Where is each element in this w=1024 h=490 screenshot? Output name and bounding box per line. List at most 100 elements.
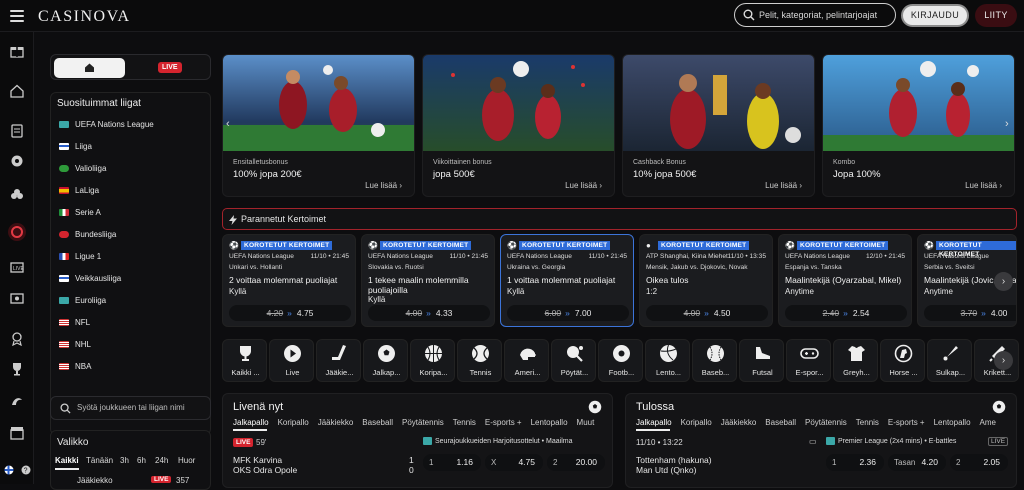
sport-category-greyhounds[interactable]: Greyh... — [833, 339, 878, 382]
vip-icon[interactable] — [10, 332, 24, 346]
league-item[interactable]: NHL — [59, 338, 91, 352]
carousel-next-arrow[interactable]: › — [1005, 118, 1009, 130]
league-item[interactable]: Euroliiga — [59, 294, 106, 308]
sport-category-badminton[interactable]: Sulkap... — [927, 339, 972, 382]
league-item[interactable]: Veikkausliiga — [59, 272, 121, 286]
join-button[interactable]: LIITY — [975, 4, 1017, 27]
sport-category-futsal[interactable]: Futsal — [739, 339, 784, 382]
odds-button-home[interactable]: 1 1.16 — [423, 454, 481, 471]
sport-category-american-football[interactable]: Ameri... — [504, 339, 549, 382]
league-item[interactable]: LaLiga — [59, 184, 99, 198]
odds-button-away[interactable]: 2 2.05 — [950, 454, 1008, 471]
sport-category-all[interactable]: Kaikki ... — [222, 339, 267, 382]
menu-tab[interactable]: Tänään — [86, 456, 113, 465]
sport-tab[interactable]: Tennis — [453, 418, 476, 427]
sport-category-football[interactable]: Jalkap... — [363, 339, 408, 382]
sport-category-table-tennis[interactable]: Pöytät... — [551, 339, 596, 382]
login-button[interactable]: KIRJAUDU — [901, 4, 969, 27]
home-icon[interactable] — [10, 84, 24, 98]
team-league-search-input[interactable]: Syötä joukkueen tai liigan nimi — [50, 396, 211, 420]
sport-tab[interactable]: E-sports + — [485, 418, 522, 427]
sport-tab[interactable]: Lentopallo — [531, 418, 568, 427]
promo-banner[interactable]: Ensitalletusbonus 100% jopa 200€ Lue lis… — [222, 54, 415, 197]
boosted-odds-card[interactable]: ⚽ KOROTETUT KERTOIMET UEFA Nations Leagu… — [500, 234, 634, 327]
league-item[interactable]: Ligue 1 — [59, 250, 101, 264]
virtual-sports-icon[interactable] — [10, 292, 24, 306]
sport-tab[interactable]: Muut — [577, 418, 595, 427]
promo-banner[interactable]: Cashback Bonus 10% jopa 500€ Lue lisää › — [622, 54, 815, 197]
sport-tab[interactable]: Lentopallo — [934, 418, 971, 427]
scroll-right-button[interactable]: › — [994, 272, 1013, 291]
boosted-odds-button[interactable]: 2.40» 2.54 — [785, 305, 907, 321]
odds-button-home[interactable]: 1 2.36 — [826, 454, 884, 471]
sport-tab[interactable]: Baseball — [765, 418, 796, 427]
sport-category-horse-racing[interactable]: Horse ... — [880, 339, 925, 382]
league-item[interactable]: NBA — [59, 360, 91, 374]
sport-tab[interactable]: Ame — [980, 418, 996, 427]
store-icon[interactable] — [10, 426, 24, 440]
odds-button-draw[interactable]: Tasan 4.20 — [888, 454, 946, 471]
menu-icon[interactable] — [10, 10, 24, 22]
sport-category-volleyball[interactable]: Lento... — [645, 339, 690, 382]
sport-tab[interactable]: Jalkapallo — [636, 418, 672, 427]
sport-tab[interactable]: Jalkapallo — [233, 418, 269, 427]
read-more-link[interactable]: Lue lisää › — [765, 181, 802, 190]
boosted-odds-button[interactable]: 4.20» 4.75 — [229, 305, 351, 321]
odds-button-away[interactable]: 2 20.00 — [547, 454, 605, 471]
slots-icon[interactable] — [10, 154, 24, 168]
sport-category-futsal-ball[interactable]: Footb... — [598, 339, 643, 382]
gift-icon[interactable] — [10, 44, 24, 58]
sport-category-baseball[interactable]: Baseb... — [692, 339, 737, 382]
language-selector[interactable]: ? — [4, 464, 34, 478]
league-item[interactable]: Bundesliiga — [59, 228, 116, 242]
boosted-odds-card[interactable]: ⚽ KOROTETUT KERTOIMET UEFA Nations Leagu… — [778, 234, 912, 327]
boosted-odds-card[interactable]: ● KOROTETUT KERTOIMET ATP Shanghai, Kiin… — [639, 234, 773, 327]
boosted-odds-card[interactable]: ⚽ KOROTETUT KERTOIMET UEFA Nations Leagu… — [222, 234, 356, 327]
scroll-right-button[interactable]: › — [994, 351, 1013, 370]
read-more-link[interactable]: Lue lisää › — [365, 181, 402, 190]
menu-tab[interactable]: Huor — [178, 456, 195, 465]
promo-banner[interactable]: Viikoittainen bonus jopa 500€ Lue lisää … — [422, 54, 615, 197]
sport-tab[interactable]: Tennis — [856, 418, 879, 427]
sport-tab[interactable]: Koripallo — [278, 418, 309, 427]
menu-tab[interactable]: 24h — [155, 456, 168, 465]
home-tab[interactable] — [54, 58, 125, 78]
boosted-odds-card[interactable]: ⚽ KOROTETUT KERTOIMET UEFA Nations Leagu… — [361, 234, 495, 327]
sport-category-tennis[interactable]: Tennis — [457, 339, 502, 382]
league-item[interactable]: Serie A — [59, 206, 101, 220]
promo-banner[interactable]: Kombo Jopa 100% Lue lisää › — [822, 54, 1015, 197]
carousel-prev-arrow[interactable]: ‹ — [226, 118, 230, 130]
league-item[interactable]: UEFA Nations League — [59, 118, 154, 132]
sport-tab[interactable]: Pöytätennis — [402, 418, 444, 427]
sport-tab[interactable]: Jääkiekko — [721, 418, 757, 427]
read-more-link[interactable]: Lue lisää › — [565, 181, 602, 190]
read-more-link[interactable]: Lue lisää › — [965, 181, 1002, 190]
roulette-icon[interactable] — [7, 222, 27, 242]
sport-tab[interactable]: Koripallo — [681, 418, 712, 427]
league-item[interactable]: Valioliiga — [59, 162, 106, 176]
boosted-odds-button[interactable]: 4.00» 4.33 — [368, 305, 490, 321]
boosted-odds-button[interactable]: 3.70» 4.00 — [924, 305, 1016, 321]
sport-category-basketball[interactable]: Koripa... — [410, 339, 455, 382]
sport-category-icehockey[interactable]: Jääkie... — [316, 339, 361, 382]
sport-category-live[interactable]: Live — [269, 339, 314, 382]
live-tab[interactable]: LIVE — [158, 62, 182, 73]
league-item[interactable]: Liiga — [59, 140, 92, 154]
game-search-input[interactable]: Pelit, kategoriat, pelintarjoajat — [734, 3, 896, 27]
menu-tab[interactable]: 3h — [120, 456, 129, 465]
sport-tab[interactable]: E-sports + — [888, 418, 925, 427]
betslip-icon[interactable] — [10, 124, 24, 138]
boosted-odds-button[interactable]: 6.00» 7.00 — [507, 305, 629, 321]
sport-tab[interactable]: Jääkiekko — [318, 418, 354, 427]
live-tv-icon[interactable]: LIVE — [10, 260, 24, 274]
menu-tab[interactable]: Kaikki — [55, 456, 79, 465]
sport-tab[interactable]: Pöytätennis — [805, 418, 847, 427]
promo-icon[interactable] — [10, 394, 24, 408]
clover-icon[interactable] — [10, 188, 24, 202]
logo[interactable]: CASINOVA — [38, 8, 131, 26]
odds-button-draw[interactable]: X 4.75 — [485, 454, 543, 471]
menu-tab[interactable]: 6h — [137, 456, 146, 465]
boosted-odds-button[interactable]: 4.00» 4.50 — [646, 305, 768, 321]
league-item[interactable]: NFL — [59, 316, 90, 330]
sport-category-esports[interactable]: E-spor... — [786, 339, 831, 382]
